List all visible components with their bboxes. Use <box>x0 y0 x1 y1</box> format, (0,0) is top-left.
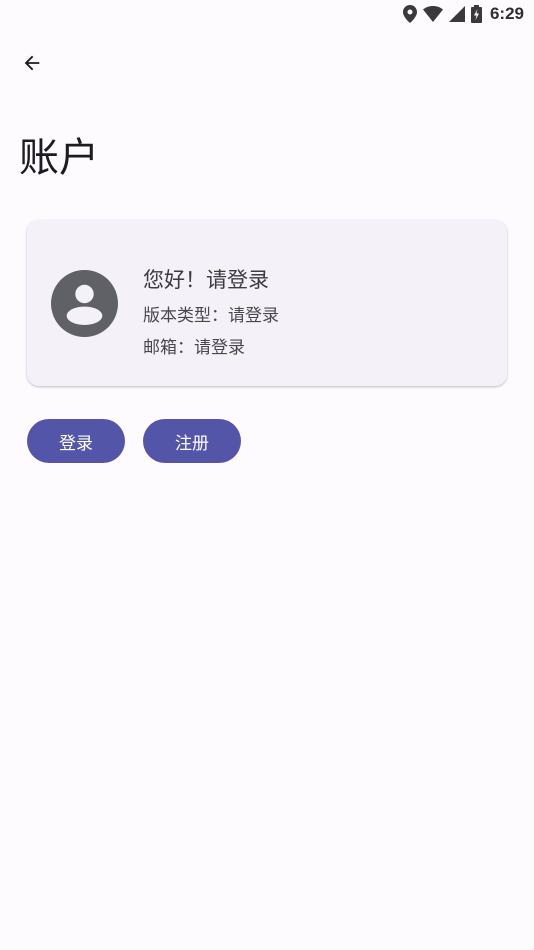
greeting-text: 您好！请登录 <box>143 268 269 292</box>
account-circle-icon <box>51 270 118 337</box>
login-button[interactable]: 登录 <box>27 419 125 463</box>
signal-icon <box>448 6 465 22</box>
page-title: 账户 <box>19 135 99 181</box>
status-time: 6:29 <box>489 4 524 23</box>
wifi-icon <box>422 6 443 22</box>
back-button[interactable] <box>14 45 50 81</box>
status-bar: 6:29 <box>0 0 534 28</box>
arrow-left-icon <box>24 55 40 71</box>
register-button[interactable]: 注册 <box>143 419 241 463</box>
battery-charging-icon <box>470 5 482 23</box>
location-icon <box>402 5 417 23</box>
edition-text: 版本类型：请登录 <box>143 306 279 326</box>
account-card: 您好！请登录 版本类型：请登录 邮箱：请登录 <box>27 220 507 386</box>
email-text: 邮箱：请登录 <box>143 338 245 358</box>
